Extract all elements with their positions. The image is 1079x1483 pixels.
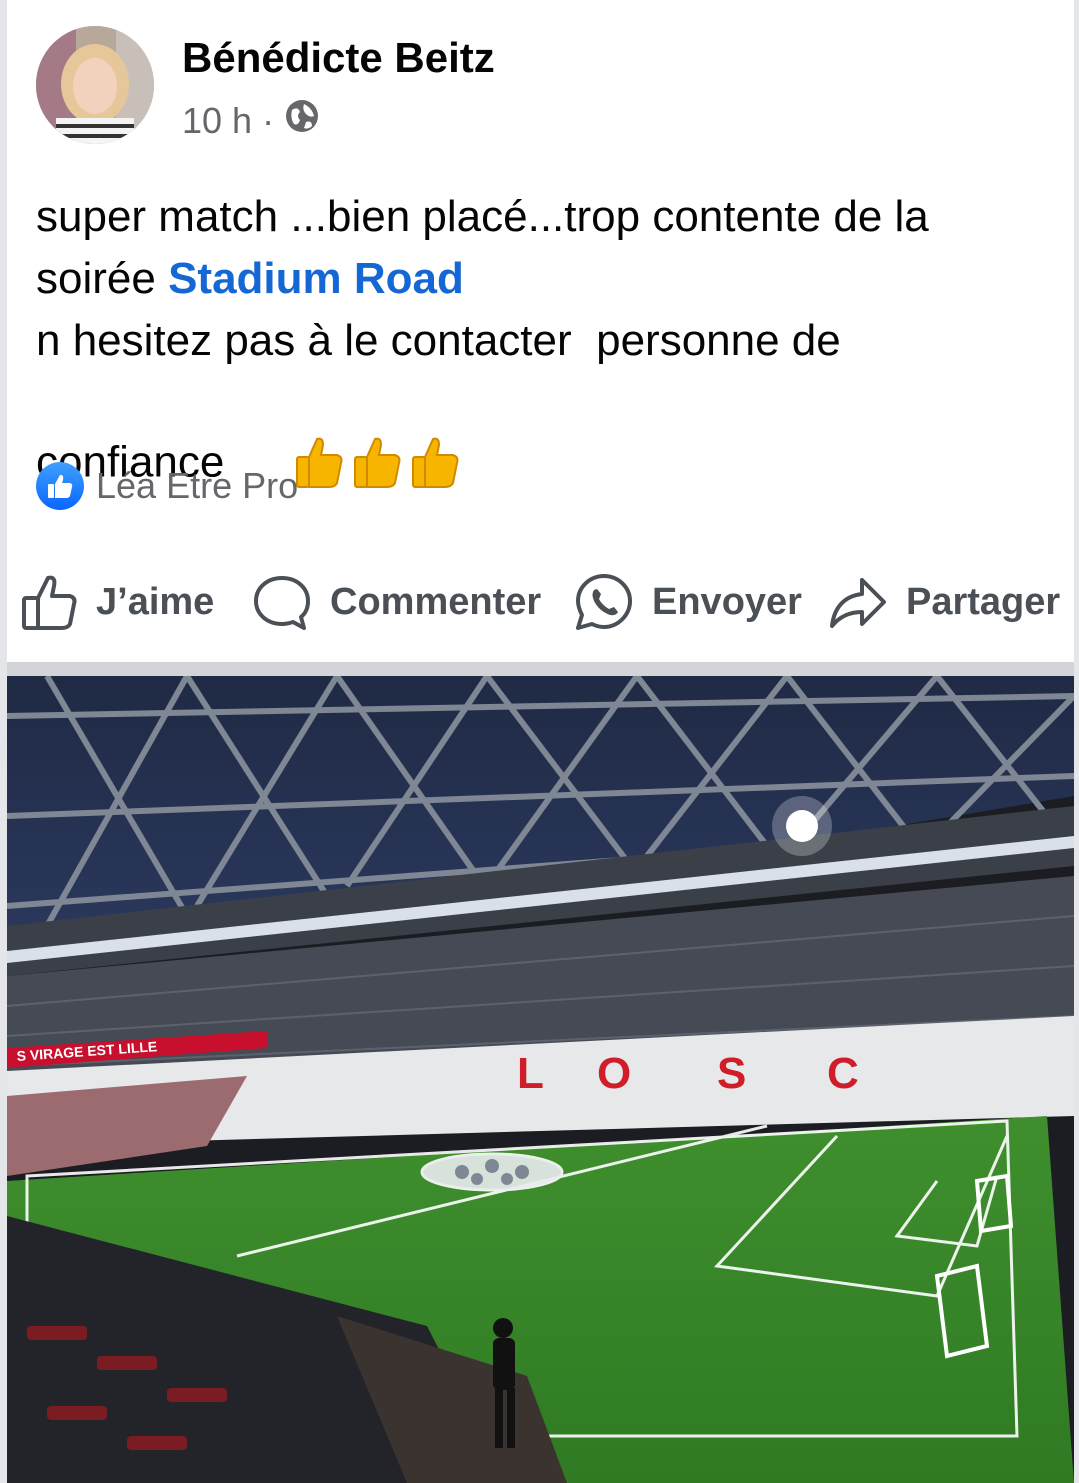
comment-icon <box>254 576 310 630</box>
post-time[interactable]: 10 h <box>182 100 252 142</box>
post-header: Bénédicte Beitz 10 h · <box>36 26 1036 146</box>
comment-label: Commenter <box>330 580 542 623</box>
thumbs-up-icon <box>354 437 401 488</box>
stand-letter-l: L <box>517 1049 544 1098</box>
reactions-summary[interactable]: Léa Etre Pro <box>36 462 298 510</box>
post-meta: 10 h · <box>182 98 320 143</box>
comment-button[interactable]: Commenter <box>252 566 541 638</box>
like-button[interactable]: J’aime <box>18 566 214 638</box>
frame-left <box>0 0 7 1483</box>
stand-letter-s: S <box>717 1049 746 1098</box>
stand-letter-o: O <box>597 1049 631 1098</box>
thumbs-up-outline-icon <box>22 575 77 630</box>
stand-letter-c: C <box>827 1049 859 1098</box>
action-bar: J’aime Commenter Envoyer Partager <box>18 566 1068 638</box>
avatar[interactable] <box>36 26 154 144</box>
post-text-line-1: super match ...bien placé...trop content… <box>36 192 929 241</box>
share-button[interactable]: Partager <box>828 566 1060 638</box>
globe-icon <box>284 98 320 143</box>
send-button[interactable]: Envoyer <box>574 566 802 638</box>
share-icon <box>830 578 886 628</box>
post-text-line-3: n hesitez pas à le contacter personne de <box>36 316 841 365</box>
send-label: Envoyer <box>652 580 802 623</box>
mention-link[interactable]: Stadium Road <box>168 254 464 303</box>
whatsapp-icon <box>576 574 632 630</box>
thumbs-up-icon <box>412 437 459 488</box>
thumbs-up-icon <box>296 437 343 488</box>
like-icon <box>36 462 84 510</box>
reaction-names: Léa Etre Pro <box>96 465 299 506</box>
divider <box>7 662 1074 676</box>
frame-right <box>1074 0 1079 1483</box>
stadium-photo[interactable]: S VIRAGE EST LILLE L O S C <box>7 676 1074 1483</box>
author-name[interactable]: Bénédicte Beitz <box>182 34 495 82</box>
post-text-line-2: soirée <box>36 254 169 303</box>
like-label: J’aime <box>96 580 215 623</box>
meta-separator: · <box>262 99 275 141</box>
share-label: Partager <box>906 580 1061 623</box>
